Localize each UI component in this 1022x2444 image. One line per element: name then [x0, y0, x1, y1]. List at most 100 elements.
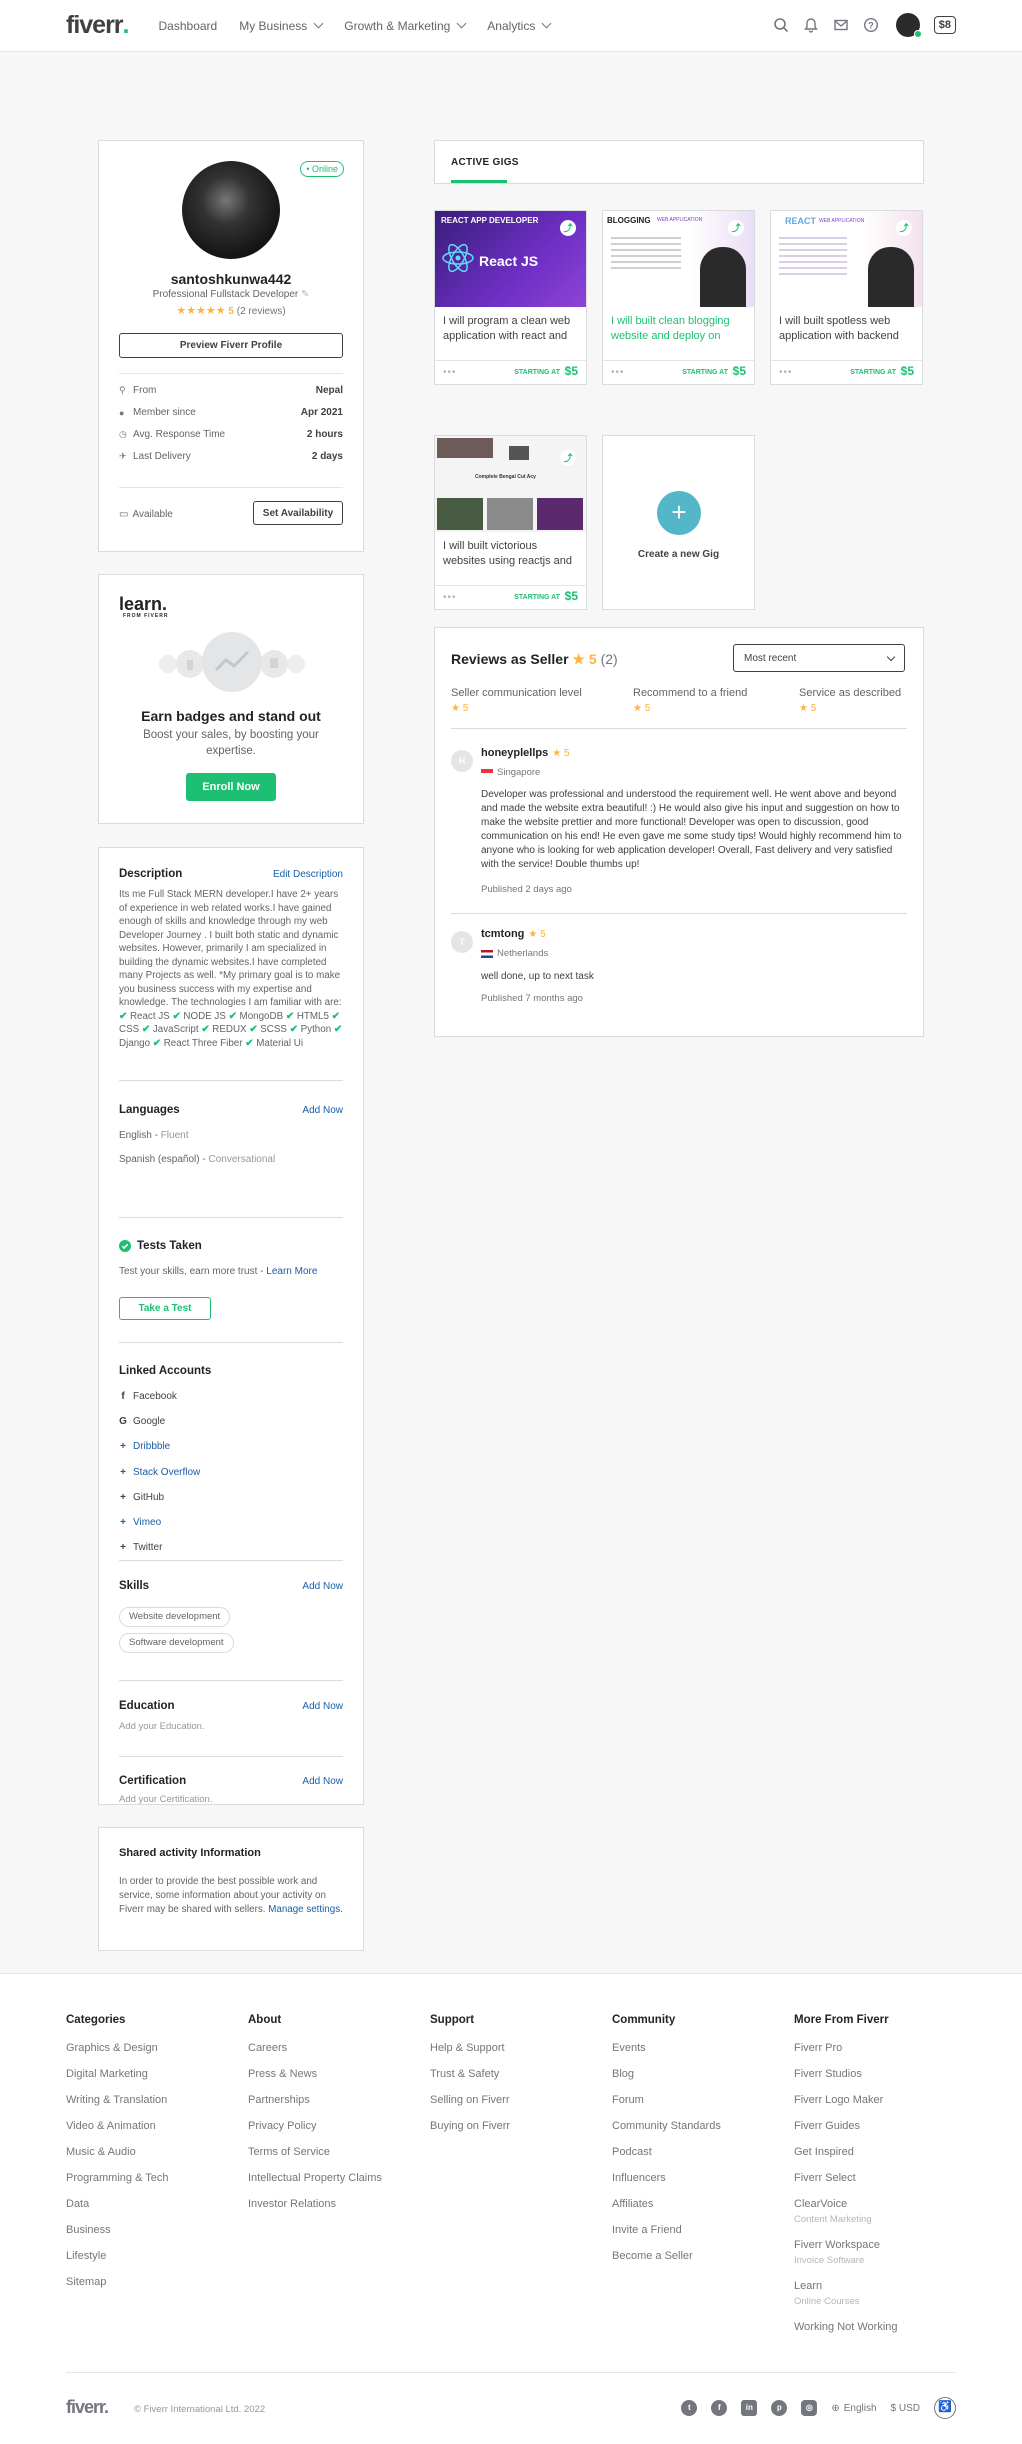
learn-more-link[interactable]: Learn More [266, 1266, 317, 1277]
footer-link[interactable]: Blog [612, 2068, 721, 2081]
footer-link[interactable]: Forum [612, 2094, 721, 2107]
add-certification-link[interactable]: Add Now [302, 1776, 343, 1787]
manage-settings-link[interactable]: Manage settings. [268, 1904, 343, 1915]
nav-my-business[interactable]: My Business [239, 19, 324, 33]
link-vimeo[interactable]: + Vimeo [119, 1517, 161, 1528]
create-new-gig-card[interactable]: + Create a new Gig [602, 435, 755, 610]
fiverr-logo[interactable]: fiverr. [66, 11, 129, 40]
footer-link[interactable]: Selling on Fiverr [430, 2094, 510, 2107]
nav-analytics[interactable]: Analytics [487, 19, 552, 33]
linked-twitter[interactable]: + Twitter [119, 1542, 162, 1553]
enroll-now-button[interactable]: Enroll Now [186, 773, 276, 801]
balance-badge[interactable]: $8 [933, 16, 956, 34]
footer-link[interactable]: Trust & Safety [430, 2068, 510, 2081]
nav-dashboard[interactable]: Dashboard [159, 19, 218, 33]
profile-title[interactable]: Professional Fullstack Developer ✎ [99, 289, 363, 300]
footer-link[interactable]: Get Inspired [794, 2146, 898, 2159]
footer-link[interactable]: Data [66, 2198, 169, 2211]
footer-link[interactable]: Fiverr Pro [794, 2042, 898, 2055]
footer-link[interactable]: Invite a Friend [612, 2224, 721, 2237]
footer-link[interactable]: Fiverr Studios [794, 2068, 898, 2081]
footer-link[interactable]: Writing & Translation [66, 2094, 169, 2107]
currency-selector[interactable]: $ USD [891, 2403, 920, 2414]
link-stack-overflow[interactable]: + Stack Overflow [119, 1467, 200, 1478]
footer-link[interactable]: Sitemap [66, 2276, 169, 2289]
edit-description-link[interactable]: Edit Description [273, 869, 343, 880]
envelope-icon[interactable] [833, 17, 849, 33]
footer-link[interactable]: Privacy Policy [248, 2120, 382, 2133]
more-options-icon[interactable]: ••• [779, 367, 793, 378]
nav-growth-marketing[interactable]: Growth & Marketing [344, 19, 467, 33]
review-sort-select[interactable]: Most recent [733, 644, 905, 672]
footer-link[interactable]: Careers [248, 2042, 382, 2055]
footer-logo[interactable]: fiverr. [66, 2397, 109, 2418]
footer-link[interactable]: Programming & Tech [66, 2172, 169, 2185]
footer-link[interactable]: Digital Marketing [66, 2068, 169, 2081]
facebook-icon[interactable]: f [711, 2400, 728, 2416]
footer-link[interactable]: Press & News [248, 2068, 382, 2081]
linkedin-icon[interactable]: in [741, 2400, 758, 2416]
footer-link[interactable]: Buying on Fiverr [430, 2120, 510, 2133]
gig-title[interactable]: I will program a clean web application w… [443, 314, 578, 346]
footer-link[interactable]: Lifestyle [66, 2250, 169, 2263]
tab-active-gigs[interactable]: ACTIVE GIGS [451, 157, 519, 168]
accessibility-icon[interactable]: ♿ [934, 2397, 956, 2419]
footer-link[interactable]: Investor Relations [248, 2198, 382, 2211]
help-icon[interactable]: ? [863, 17, 879, 33]
footer-link[interactable]: Fiverr Workspace Invoice Software [794, 2239, 898, 2267]
footer-link[interactable]: Become a Seller [612, 2250, 721, 2263]
profile-avatar[interactable] [182, 161, 280, 259]
footer-link[interactable]: Influencers [612, 2172, 721, 2185]
footer-link[interactable]: Help & Support [430, 2042, 510, 2055]
twitter-icon[interactable]: t [681, 2400, 698, 2416]
add-education-link[interactable]: Add Now [302, 1701, 343, 1712]
gig-card[interactable]: BLOGGING WEB APPLICATION ⤴ I will built … [602, 210, 755, 385]
gig-card[interactable]: Complete Bengal Cut Acy ⤴ I will built v… [434, 435, 587, 610]
instagram-icon[interactable]: ◎ [801, 2400, 818, 2416]
footer-link[interactable]: Fiverr Select [794, 2172, 898, 2185]
share-icon[interactable]: ⤴ [896, 220, 912, 236]
gig-title[interactable]: I will built victorious websites using r… [443, 539, 578, 571]
search-icon[interactable] [773, 17, 789, 33]
footer-link[interactable]: Terms of Service [248, 2146, 382, 2159]
set-availability-button[interactable]: Set Availability [253, 501, 343, 525]
pencil-icon[interactable]: ✎ [301, 289, 309, 300]
plus-icon[interactable]: + [657, 491, 701, 535]
footer-link[interactable]: ClearVoice Content Marketing [794, 2198, 898, 2226]
footer-link[interactable]: Video & Animation [66, 2120, 169, 2133]
footer-link[interactable]: Affiliates [612, 2198, 721, 2211]
more-options-icon[interactable]: ••• [443, 592, 457, 603]
add-skill-link[interactable]: Add Now [302, 1581, 343, 1592]
footer-link[interactable]: Working Not Working [794, 2321, 898, 2334]
footer-link[interactable]: Fiverr Guides [794, 2120, 898, 2133]
more-options-icon[interactable]: ••• [611, 367, 625, 378]
footer-link[interactable]: Intellectual Property Claims [248, 2172, 382, 2185]
share-icon[interactable]: ⤴ [728, 220, 744, 236]
link-dribbble[interactable]: + Dribbble [119, 1441, 170, 1452]
gig-title[interactable]: I will built spotless web application wi… [779, 314, 914, 346]
pinterest-icon[interactable]: p [771, 2400, 788, 2416]
share-icon[interactable]: ⤴ [560, 450, 576, 466]
linked-github[interactable]: + GitHub [119, 1492, 164, 1503]
more-options-icon[interactable]: ••• [443, 367, 457, 378]
footer-link[interactable]: Podcast [612, 2146, 721, 2159]
footer-link[interactable]: Graphics & Design [66, 2042, 169, 2055]
share-icon[interactable]: ⤴ [560, 220, 576, 236]
user-avatar[interactable] [895, 13, 922, 38]
bell-icon[interactable] [803, 17, 819, 33]
footer-link[interactable]: Learn Online Courses [794, 2280, 898, 2308]
footer-link[interactable]: Events [612, 2042, 721, 2055]
footer-link[interactable]: Fiverr Logo Maker [794, 2094, 898, 2107]
take-test-button[interactable]: Take a Test [119, 1297, 211, 1320]
footer-link[interactable]: Community Standards [612, 2120, 721, 2133]
preview-profile-button[interactable]: Preview Fiverr Profile [119, 333, 343, 358]
language-selector[interactable]: ⊕ English [831, 2403, 876, 2414]
reviewer-avatar: T [451, 931, 473, 953]
gig-title[interactable]: I will built clean blogging website and … [611, 314, 746, 346]
gig-card[interactable]: REACT APP DEVELOPER React JS ⤴ I will pr… [434, 210, 587, 385]
footer-link[interactable]: Partnerships [248, 2094, 382, 2107]
footer-link[interactable]: Business [66, 2224, 169, 2237]
add-language-link[interactable]: Add Now [302, 1105, 343, 1116]
footer-link[interactable]: Music & Audio [66, 2146, 169, 2159]
gig-card[interactable]: REACT WEB APPLICATION ⤴ I will built spo… [770, 210, 923, 385]
